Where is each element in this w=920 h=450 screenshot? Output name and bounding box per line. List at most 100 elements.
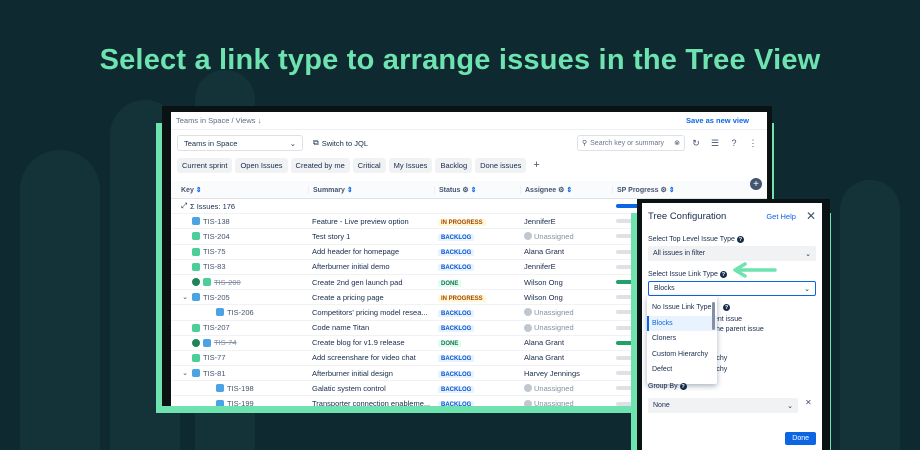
status-badge[interactable]: IN PROGRESS [438, 218, 486, 226]
assignee-name[interactable]: Alana Grant [524, 353, 564, 362]
issue-summary[interactable]: Competitors' pricing model resea... [312, 308, 428, 317]
group-by-select[interactable]: None ⌄ [648, 398, 798, 413]
issue-summary[interactable]: Afterburner initial demo [312, 262, 390, 271]
expand-all-icon[interactable]: ⤢ [181, 201, 187, 211]
issue-summary[interactable]: Afterburner initial design [312, 369, 393, 378]
sort-icon[interactable]: ⇕ [347, 187, 353, 194]
status-badge[interactable]: BACKLOG [438, 309, 475, 317]
issue-key[interactable]: TIS-81 [203, 369, 226, 378]
dropdown-option[interactable]: No Issue Link Type [647, 300, 717, 316]
status-badge[interactable]: BACKLOG [438, 249, 475, 257]
settings-icon[interactable]: ⚙ [660, 187, 666, 194]
status-badge[interactable]: IN PROGRESS [438, 294, 486, 302]
issue-key[interactable]: TIS-205 [203, 293, 230, 302]
issue-key[interactable]: TIS-198 [227, 384, 254, 393]
search-input[interactable]: ⚲ Search key or summary ⊗ [577, 135, 685, 151]
column-header-status[interactable]: Status ⚙ ⇕ [434, 185, 520, 194]
settings-icon[interactable]: ⚙ [462, 187, 468, 194]
status-badge[interactable]: BACKLOG [438, 370, 475, 378]
assignee-name[interactable]: Unassigned [534, 232, 574, 241]
issue-summary[interactable]: Test story 1 [312, 232, 350, 241]
sort-icon[interactable]: ⇕ [566, 187, 572, 194]
assignee-name[interactable]: Harvey Jennings [524, 369, 580, 378]
top-level-select[interactable]: All issues in filter ⌄ [648, 246, 816, 261]
issue-summary[interactable]: Galatic system control [312, 384, 386, 393]
assignee-name[interactable]: Unassigned [534, 384, 574, 393]
assignee-name[interactable]: JenniferE [524, 262, 556, 271]
status-badge[interactable]: BACKLOG [438, 355, 475, 363]
dropdown-option[interactable]: Defect [647, 362, 717, 378]
assignee-name[interactable]: Wilson Ong [524, 278, 563, 287]
add-filter-icon[interactable]: + [533, 159, 539, 171]
dropdown-option[interactable]: Cloners [647, 331, 717, 347]
status-badge[interactable]: BACKLOG [438, 264, 475, 272]
status-badge[interactable]: BACKLOG [438, 385, 475, 393]
issue-summary[interactable]: Transporter connection enableme... [312, 399, 430, 406]
dropdown-option[interactable]: Custom Hierarchy [647, 347, 717, 363]
issue-key[interactable]: TIS-204 [203, 232, 230, 241]
issue-key[interactable]: TIS-75 [203, 247, 226, 256]
assignee-name[interactable]: Unassigned [534, 323, 574, 332]
issue-summary[interactable]: Create a pricing page [312, 293, 384, 302]
help-icon[interactable]: ? [723, 304, 730, 311]
issue-key[interactable]: TIS-74 [214, 338, 237, 347]
issue-summary[interactable]: Add screenshare for video chat [312, 353, 416, 362]
filter-chip[interactable]: Critical [352, 157, 386, 173]
filter-chip[interactable]: Done issues [475, 157, 527, 173]
settings-icon[interactable]: ⚙ [558, 187, 564, 194]
filter-chip[interactable]: Open Issues [235, 157, 288, 173]
issue-key[interactable]: TIS-83 [203, 262, 226, 271]
assignee-name[interactable]: Unassigned [534, 308, 574, 317]
dropdown-scrollbar[interactable] [712, 302, 715, 330]
switch-to-jql-button[interactable]: ⧉ Switch to JQL [313, 138, 368, 148]
breadcrumb[interactable]: Teams in Space / Views ↓ [176, 116, 261, 125]
issue-summary[interactable]: Create blog for v1.9 release [312, 338, 405, 347]
issue-summary[interactable]: Code name Titan [312, 323, 369, 332]
filter-chip[interactable]: Backlog [435, 157, 473, 173]
refresh-icon[interactable]: ↻ [688, 135, 704, 151]
help-icon[interactable]: ? [679, 383, 687, 390]
assignee-name[interactable]: Wilson Ong [524, 293, 563, 302]
help-icon[interactable]: ? [719, 271, 727, 278]
issue-key[interactable]: TIS-199 [227, 399, 254, 406]
clear-search-icon[interactable]: ⊗ [674, 139, 680, 147]
status-badge[interactable]: DONE [438, 340, 462, 348]
filter-chip[interactable]: My Issues [388, 157, 433, 173]
assignee-name[interactable]: Unassigned [534, 399, 574, 406]
more-menu-icon[interactable]: ⋮ [745, 135, 761, 151]
column-header-sp-progress[interactable]: SP Progress ⚙ ⇕ [612, 185, 767, 194]
issue-key[interactable]: TIS-77 [203, 353, 226, 362]
assignee-name[interactable]: Alana Grant [524, 247, 564, 256]
link-type-select[interactable]: Blocks ⌄ [648, 281, 816, 296]
add-column-icon[interactable]: + [750, 178, 762, 190]
filter-chip[interactable]: Current sprint [177, 157, 233, 173]
clear-group-by-icon[interactable]: ✕ [805, 398, 812, 407]
status-badge[interactable]: BACKLOG [438, 233, 475, 241]
sort-icon[interactable]: ⇕ [669, 187, 675, 194]
assignee-name[interactable]: JenniferE [524, 217, 556, 226]
issue-summary[interactable]: Create 2nd gen launch pad [312, 278, 403, 287]
sort-icon[interactable]: ⇕ [471, 187, 477, 194]
column-header-assignee[interactable]: Assignee ⚙ ⇕ [520, 185, 612, 194]
status-badge[interactable]: BACKLOG [438, 401, 475, 406]
status-badge[interactable]: DONE [438, 279, 462, 287]
help-icon[interactable]: ? [736, 236, 744, 243]
chevron-down-icon[interactable]: ⌄ [181, 293, 189, 301]
chevron-down-icon[interactable]: ⌄ [181, 369, 189, 377]
help-icon[interactable]: ? [726, 135, 742, 151]
sort-icon[interactable]: ⇕ [196, 187, 202, 194]
issue-summary[interactable]: Add header for homepage [312, 247, 399, 256]
issue-key[interactable]: TIS-138 [203, 217, 230, 226]
done-button[interactable]: Done [785, 432, 816, 445]
filter-chip[interactable]: Created by me [290, 157, 350, 173]
issue-key[interactable]: TIS-207 [203, 323, 230, 332]
project-select[interactable]: Teams in Space ⌄ [177, 135, 303, 151]
issue-key[interactable]: TIS-200 [214, 278, 241, 287]
status-badge[interactable]: BACKLOG [438, 325, 475, 333]
sort-lines-icon[interactable]: ☰ [707, 135, 723, 151]
dropdown-option-selected[interactable]: Blocks [647, 315, 717, 331]
close-icon[interactable]: ✕ [806, 209, 816, 223]
assignee-name[interactable]: Alana Grant [524, 338, 564, 347]
issue-summary[interactable]: Feature - Live preview option [312, 217, 409, 226]
get-help-link[interactable]: Get Help [766, 212, 796, 221]
